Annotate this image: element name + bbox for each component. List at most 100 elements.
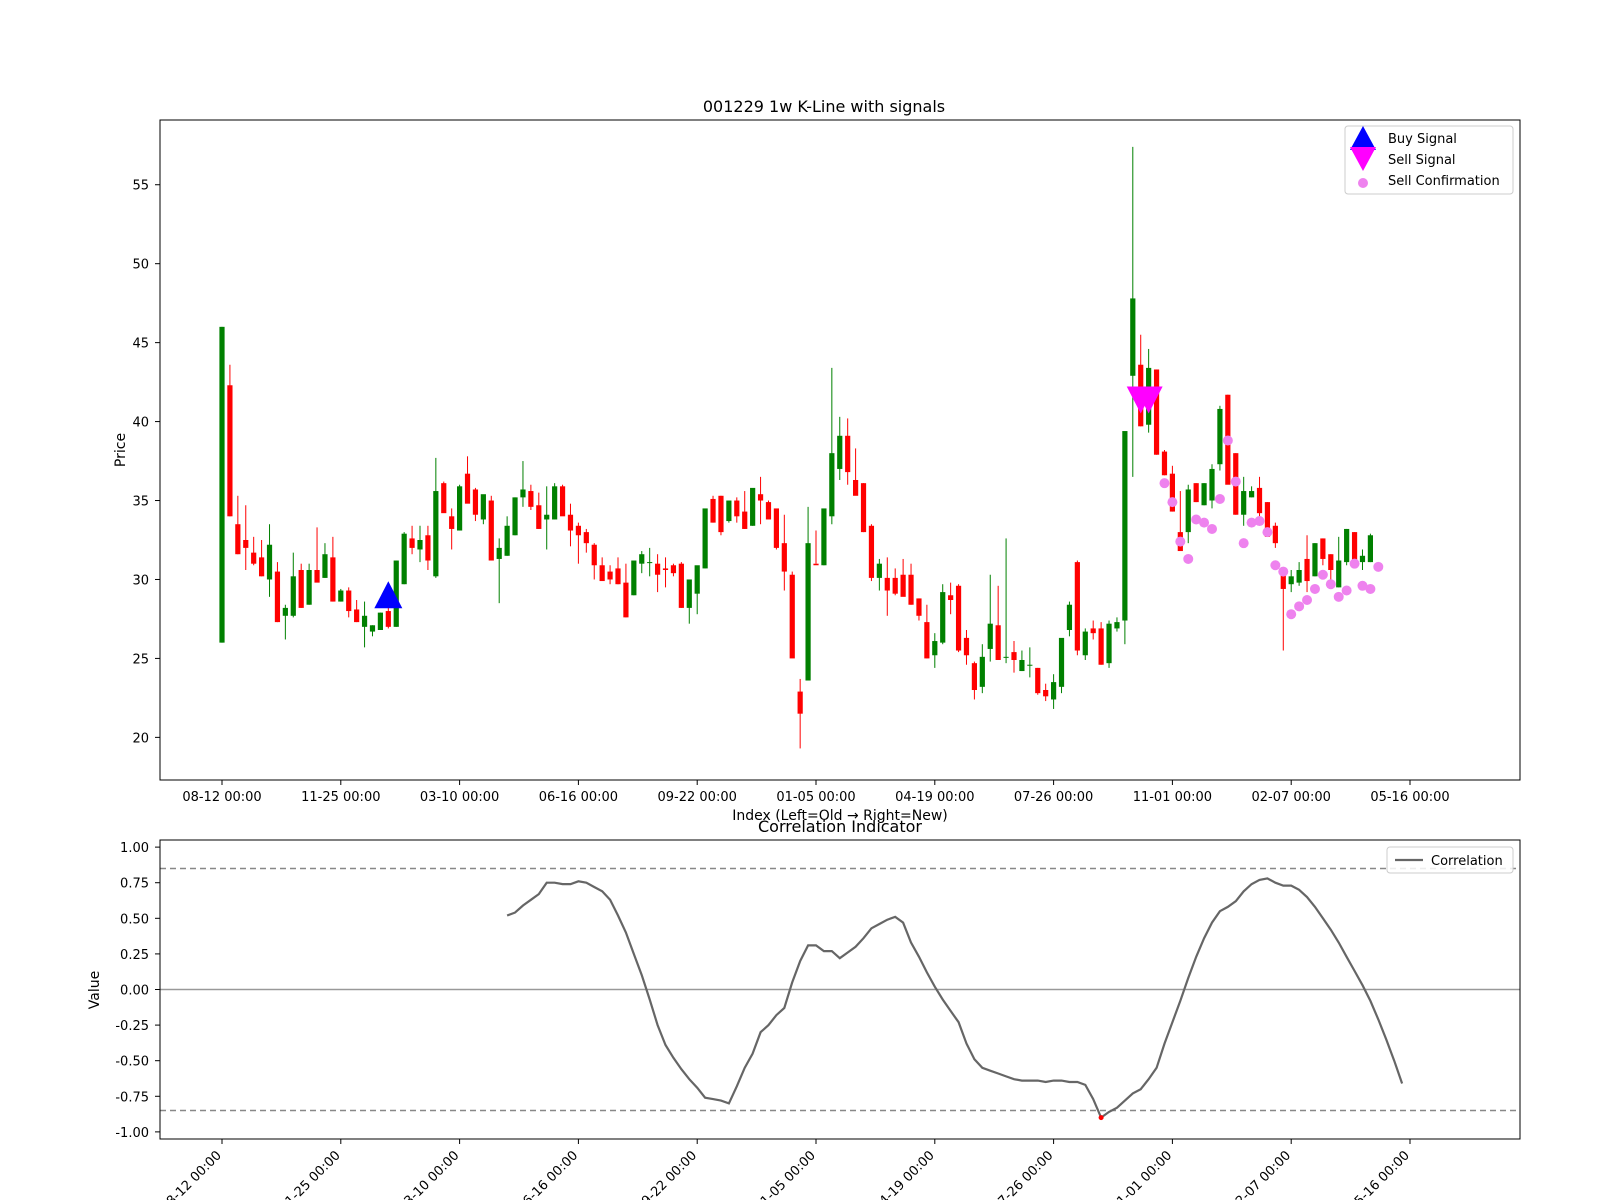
- correlation-x-tick-label: 02-07 00:00: [1227, 1148, 1294, 1200]
- correlation-legend: Correlation: [1386, 846, 1514, 874]
- candle-body: [433, 491, 439, 577]
- kline-y-tick-label: 45: [132, 337, 149, 352]
- kline-y-axis-label: Price: [113, 433, 129, 467]
- correlation-x-tick-label: 09-22 00:00: [633, 1148, 700, 1200]
- kline-x-tick-label: 11-01 00:00: [1133, 790, 1212, 805]
- candle-body: [409, 538, 415, 548]
- candle-body: [979, 656, 985, 687]
- candle-body: [330, 557, 336, 602]
- kline-x-tick-label: 07-26 00:00: [1014, 790, 1093, 805]
- candle-body: [536, 505, 542, 529]
- kline-x-tick-label: 11-25 00:00: [301, 790, 380, 805]
- candle-body: [718, 495, 724, 533]
- candle-body: [235, 524, 241, 555]
- candle-body: [615, 568, 621, 585]
- candle-body: [1130, 298, 1136, 376]
- candle-body: [995, 625, 1001, 660]
- sell-confirmation-point: [1254, 516, 1265, 527]
- candle-body: [599, 565, 605, 582]
- candle-body: [591, 544, 597, 566]
- kline-y-tick-label: 35: [132, 495, 149, 510]
- candle-body: [1153, 369, 1160, 455]
- correlation-y-axis-label: Value: [87, 971, 103, 1009]
- kline-y-tick-label: 30: [132, 573, 149, 588]
- correlation-series-line: [506, 877, 1404, 1120]
- candle-body: [369, 625, 376, 632]
- kline-x-tick-label: 08-12 00:00: [182, 790, 261, 805]
- candle-body: [472, 489, 479, 515]
- candle-body: [1193, 483, 1199, 503]
- candle-body: [789, 574, 795, 659]
- sell-confirmation-point: [1333, 591, 1344, 602]
- candle-body: [243, 540, 249, 548]
- candle-body: [1003, 656, 1009, 658]
- candle-body: [338, 590, 344, 602]
- candle-body: [710, 498, 716, 523]
- candle-body: [1082, 631, 1088, 656]
- sell-confirmation-point: [1309, 583, 1320, 594]
- candle-body: [853, 480, 859, 496]
- candle-body: [773, 508, 779, 548]
- sell-confirmation-point: [1325, 579, 1336, 590]
- correlation-y-tick-label: 0.25: [120, 948, 149, 963]
- sell-confirmation-point: [1159, 478, 1170, 489]
- kline-legend: Buy Signal Sell Signal Sell Confirmation: [1344, 125, 1514, 195]
- correlation-ticks: -1.00 -0.75 -0.50 -0.25 0.00 0.25 0.50 0.75 1.00…: [115, 841, 1412, 1200]
- candle-body: [1351, 532, 1358, 561]
- correlation-legend-label: Correlation: [1431, 854, 1503, 869]
- correlation-x-tick-label: 06-16 00:00: [514, 1148, 581, 1200]
- sell-confirmation-point: [1270, 560, 1281, 571]
- kline-chart-title: 001229 1w K-Line with signals: [703, 97, 945, 116]
- candle-body: [314, 570, 320, 583]
- kline-x-tick-label: 09-22 00:00: [658, 790, 737, 805]
- kline-panel: 001229 1w K-Line with signals 20 25 30 35 40…: [113, 97, 1521, 824]
- candle-body: [1066, 604, 1073, 630]
- candle-body: [346, 590, 352, 612]
- kline-x-tick-label: 05-16 00:00: [1370, 790, 1449, 805]
- candle-body: [1288, 576, 1294, 585]
- correlation-x-tick-label: 01-05 00:00: [752, 1148, 819, 1200]
- candle-body: [940, 592, 946, 643]
- candle-body: [734, 500, 740, 517]
- candle-body: [900, 574, 906, 597]
- candle-body: [971, 663, 977, 690]
- kline-y-tick-label: 50: [132, 258, 149, 273]
- candle-body: [219, 326, 225, 643]
- candle-body: [892, 577, 898, 594]
- candle-body: [781, 543, 787, 572]
- sell-confirmation-point: [1373, 561, 1384, 572]
- candle-body: [1035, 667, 1041, 694]
- candle-body: [845, 435, 851, 473]
- candle-body: [583, 532, 589, 544]
- candle-body: [425, 535, 431, 561]
- candle-body: [377, 612, 383, 630]
- candle-body: [512, 497, 518, 536]
- candle-body: [290, 576, 296, 616]
- correlation-y-tick-label: 0.75: [120, 877, 149, 892]
- candle-body: [1241, 491, 1247, 515]
- candle-body: [361, 615, 368, 627]
- correlation-x-tick-label: 08-12 00:00: [158, 1148, 225, 1200]
- candle-body: [678, 563, 684, 608]
- correlation-x-tick-label: 07-26 00:00: [990, 1148, 1057, 1200]
- sell-confirmation-point: [1349, 558, 1360, 569]
- candle-body: [227, 385, 233, 517]
- candle-body: [1344, 528, 1350, 563]
- candle-body: [1367, 535, 1373, 563]
- candle-body: [1058, 637, 1065, 687]
- candle-body: [1272, 525, 1278, 544]
- candle-body: [1296, 570, 1302, 583]
- candle-body: [860, 483, 867, 533]
- correlation-y-tick-label: -0.25: [115, 1019, 149, 1034]
- candle-body: [567, 514, 574, 531]
- candle-body: [607, 571, 613, 580]
- candle-body: [298, 570, 304, 608]
- candle-body: [797, 691, 803, 714]
- kline-y-tick-label: 25: [132, 652, 149, 667]
- sell-confirmation-point: [1167, 497, 1178, 508]
- candle-body: [987, 623, 993, 649]
- sell-confirmation-point: [1199, 517, 1210, 528]
- kline-y-tick-label: 55: [132, 179, 149, 194]
- candle-body: [1027, 664, 1033, 666]
- candle-body: [251, 552, 257, 564]
